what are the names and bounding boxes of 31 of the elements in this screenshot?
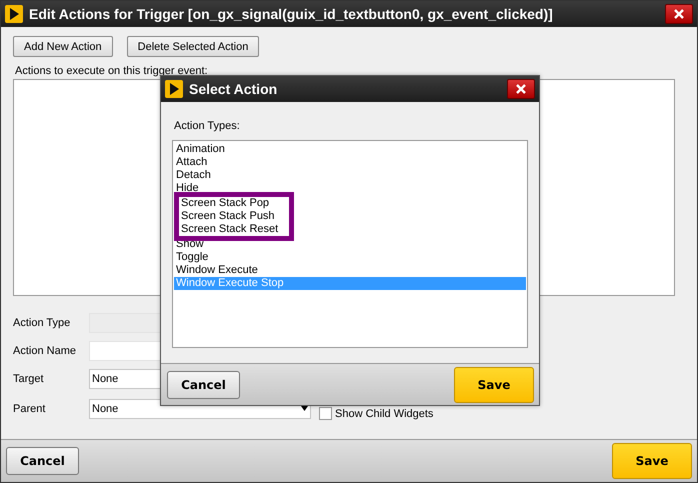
toolbar-button[interactable]: Add New Action bbox=[13, 36, 113, 57]
list-item[interactable]: Animation bbox=[174, 143, 526, 156]
list-item[interactable]: Toggle bbox=[174, 251, 526, 264]
toolbar-button[interactable]: Delete Selected Action bbox=[126, 36, 260, 57]
list-item[interactable]: Detach bbox=[174, 169, 526, 182]
field-label: Parent bbox=[13, 402, 46, 414]
field-label: Target bbox=[13, 373, 45, 385]
checkbox[interactable] bbox=[319, 407, 332, 420]
save-button[interactable]: Save bbox=[612, 443, 692, 479]
window-title: Edit Actions for Trigger [on_gx_signal(guix_id_textbutton0, gx_event_clicked)] bbox=[29, 6, 554, 22]
logo-icon bbox=[165, 80, 183, 98]
save-button[interactable]: Save bbox=[454, 366, 534, 402]
close-icon bbox=[516, 84, 526, 94]
list-item[interactable]: Hide bbox=[174, 182, 526, 195]
cancel-button[interactable]: Cancel bbox=[6, 447, 79, 475]
list-label: Action Types: bbox=[174, 120, 241, 132]
field-label: Action Name bbox=[13, 345, 77, 357]
close-button[interactable] bbox=[507, 79, 535, 99]
list-item[interactable]: Window Execute bbox=[174, 264, 526, 277]
list-item[interactable]: Screen Stack Push bbox=[179, 210, 289, 223]
list-item[interactable]: Screen Stack Reset bbox=[179, 223, 289, 236]
close-button[interactable] bbox=[665, 4, 693, 24]
show-child-widgets-checkbox[interactable]: Show Child Widgets bbox=[319, 407, 685, 420]
field-label: Action Type bbox=[13, 317, 72, 329]
dialog-title: Select Action bbox=[189, 81, 278, 97]
list-item[interactable]: Screen Stack Pop bbox=[179, 197, 289, 210]
list-item[interactable]: Attach bbox=[174, 156, 526, 169]
actions-label: Actions to execute on this trigger event: bbox=[15, 65, 209, 77]
logo-icon bbox=[5, 5, 23, 23]
close-icon bbox=[674, 9, 684, 19]
cancel-button[interactable]: Cancel bbox=[167, 370, 240, 398]
